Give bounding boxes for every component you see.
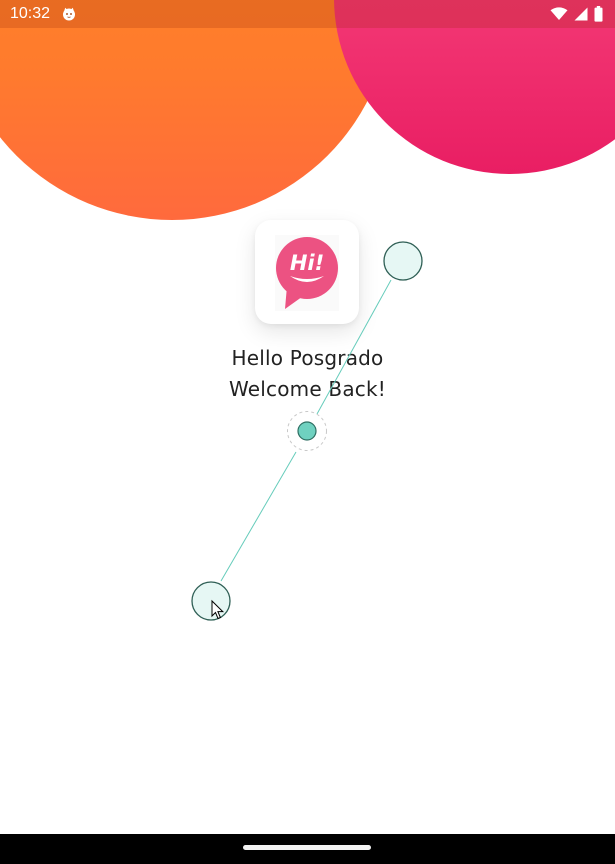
gesture-line-lower xyxy=(220,451,297,582)
cellular-signal-icon xyxy=(574,7,588,21)
status-icons xyxy=(550,5,603,23)
app-logo-card: Hi! xyxy=(255,220,359,324)
pinch-center[interactable] xyxy=(297,421,317,441)
home-gesture-handle[interactable] xyxy=(243,845,371,850)
status-bar: 10:32 xyxy=(0,0,615,28)
orange-decor-circle xyxy=(0,0,392,220)
navigation-bar xyxy=(0,834,615,864)
pinch-handle-bottom[interactable] xyxy=(191,581,231,621)
hi-speech-bubble-icon: Hi! xyxy=(275,235,339,311)
wifi-icon xyxy=(550,7,568,21)
greeting-subtitle: Welcome Back! xyxy=(228,377,386,401)
pinch-handle-top[interactable] xyxy=(383,241,423,281)
pinch-center-ring xyxy=(287,411,327,451)
app-screen: 10:32 Hi! Hello Posgrado Welcome Back! xyxy=(0,0,615,864)
logo-text: Hi! xyxy=(290,251,324,275)
battery-icon xyxy=(594,6,603,22)
status-time: 10:32 xyxy=(10,5,51,22)
cat-face-icon xyxy=(62,6,76,21)
greeting-title: Hello Posgrado xyxy=(231,346,384,370)
mouse-cursor-icon xyxy=(211,599,225,620)
